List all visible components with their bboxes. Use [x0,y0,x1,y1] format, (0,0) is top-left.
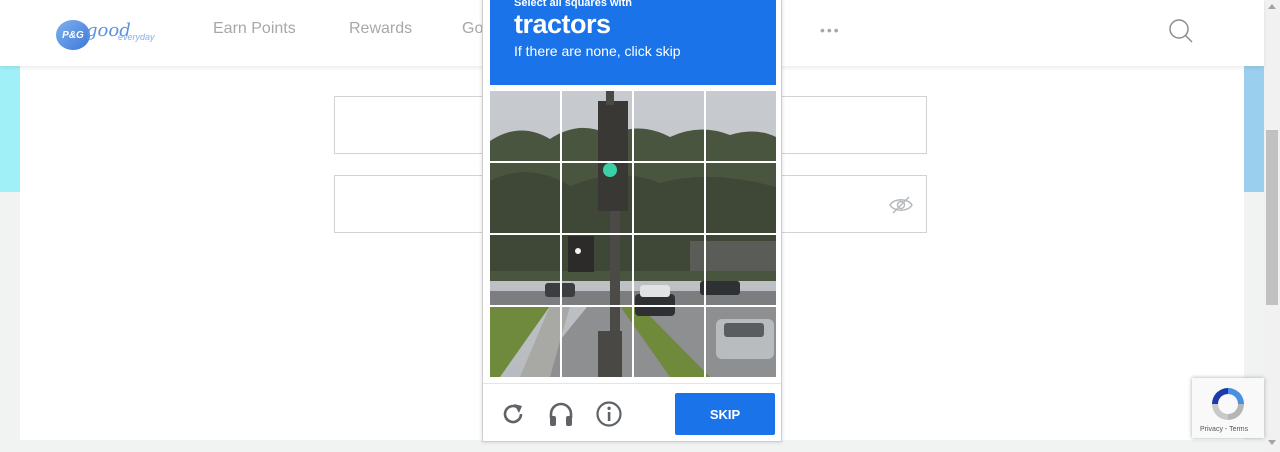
terms-link[interactable]: Terms [1229,426,1248,433]
captcha-target-object: tractors [514,9,611,39]
captcha-header: Select all squares with tractors If ther… [490,0,776,85]
pg-good-everyday-logo[interactable]: P&G good everyday [56,18,156,50]
captcha-tile[interactable] [490,91,560,161]
recaptcha-links[interactable]: Privacy - Terms [1200,426,1248,433]
nav-rewards[interactable]: Rewards [349,20,412,38]
audio-challenge-icon[interactable] [547,400,575,428]
captcha-tile[interactable] [562,163,632,233]
captcha-tile[interactable] [706,235,776,305]
captcha-subtext: If there are none, click skip [514,43,681,59]
captcha-tile[interactable] [562,91,632,161]
decorative-stripe-right [1244,66,1264,192]
reload-icon[interactable] [499,400,527,428]
pg-logo-badge: P&G [56,20,90,50]
captcha-tile[interactable] [634,307,704,377]
nav-earn-points[interactable]: Earn Points [213,20,296,38]
captcha-tile[interactable] [634,163,704,233]
scrollbar-thumb[interactable] [1266,130,1278,305]
scroll-up-arrow[interactable] [1268,4,1276,9]
captcha-tile[interactable] [634,91,704,161]
captcha-footer: SKIP [483,383,781,442]
eye-hidden-icon[interactable] [888,194,914,216]
recaptcha-badge[interactable]: Privacy - Terms [1192,378,1264,438]
captcha-tile[interactable] [562,235,632,305]
captcha-image-grid [490,91,776,377]
scroll-down-arrow[interactable] [1268,440,1276,445]
captcha-tile[interactable] [706,163,776,233]
captcha-tile[interactable] [490,163,560,233]
nav-partial-item[interactable]: Go [462,20,483,38]
captcha-tile[interactable] [706,307,776,377]
captcha-instruction: Select all squares with [514,0,632,9]
captcha-tile[interactable] [562,307,632,377]
captcha-tile[interactable] [490,307,560,377]
recaptcha-logo-icon [1212,388,1244,420]
captcha-challenge: Select all squares with tractors If ther… [482,0,782,442]
captcha-tile[interactable] [706,91,776,161]
info-icon[interactable] [595,400,623,428]
privacy-link[interactable]: Privacy [1200,426,1223,433]
search-icon[interactable] [1168,18,1194,44]
logo-everyday-text: everyday [118,32,155,42]
decorative-stripe-left [0,66,20,192]
skip-button[interactable]: SKIP [675,393,775,435]
captcha-tile[interactable] [634,235,704,305]
captcha-tile[interactable] [490,235,560,305]
more-menu-icon[interactable]: ••• [820,22,841,38]
